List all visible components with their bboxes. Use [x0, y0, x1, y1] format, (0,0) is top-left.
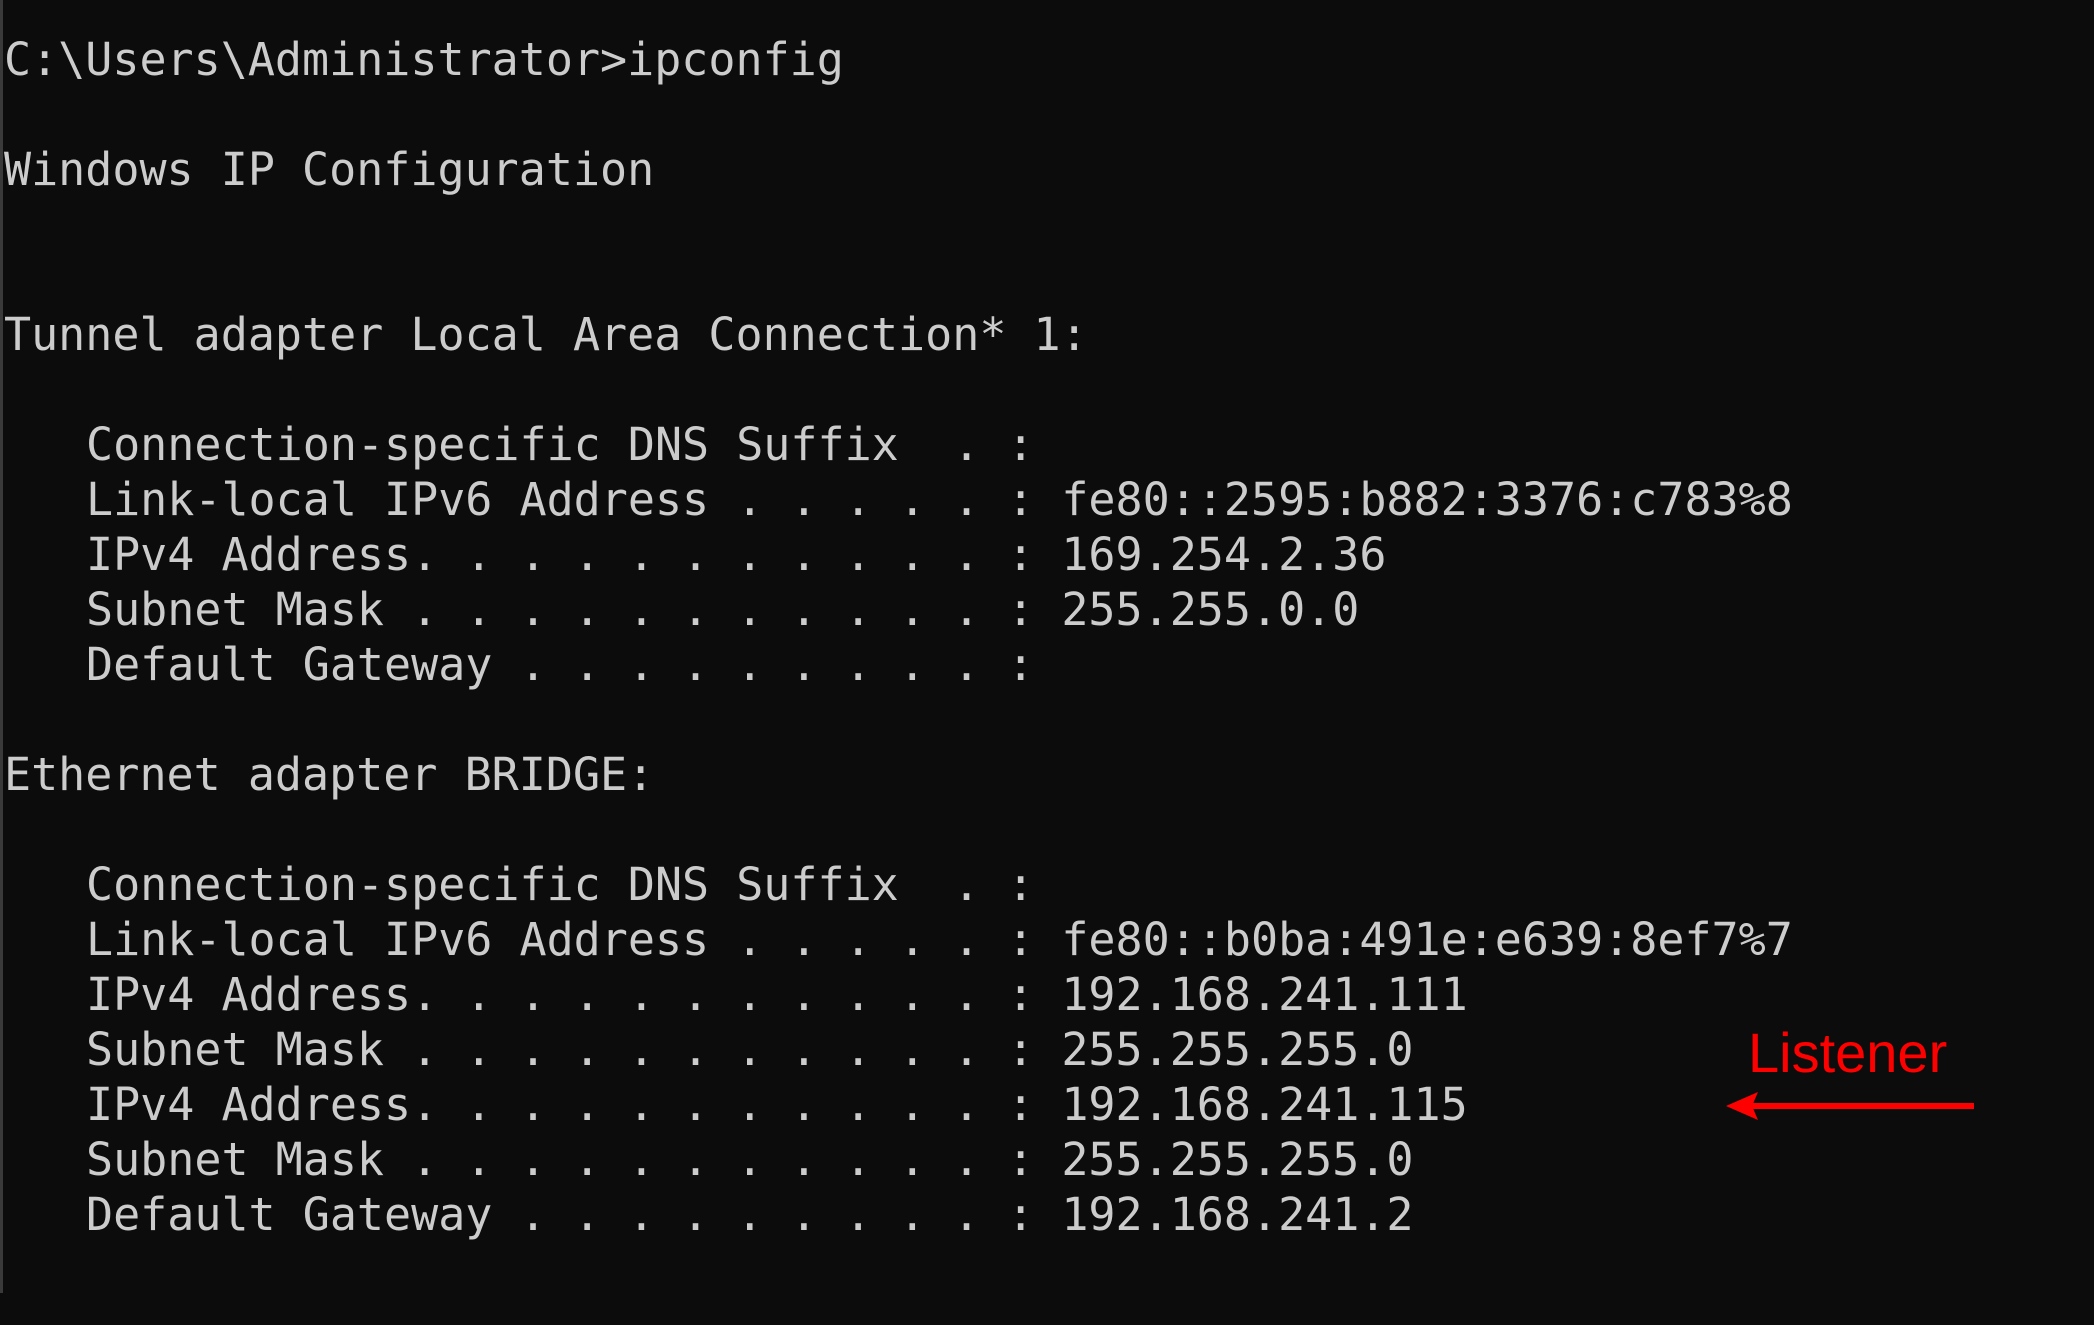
console-left-edge [0, 0, 3, 1293]
row-label: Connection-specific DNS Suffix . : [86, 418, 1035, 471]
config-row: Connection-specific DNS Suffix . : [86, 417, 1061, 473]
row-value: 192.168.241.115 [1061, 1078, 1468, 1131]
config-row: IPv4 Address. . . . . . . . . . . : 192.… [86, 1077, 1468, 1133]
config-header: Windows IP Configuration [4, 143, 655, 196]
config-row: Subnet Mask . . . . . . . . . . . : 255.… [86, 1132, 1414, 1188]
row-label: Subnet Mask . . . . . . . . . . . : [86, 1133, 1035, 1186]
config-row: Link-local IPv6 Address . . . . . : fe80… [86, 912, 1793, 968]
row-label: Subnet Mask . . . . . . . . . . . : [86, 583, 1035, 636]
adapter-heading: Ethernet adapter BRIDGE: [4, 748, 655, 801]
row-label: Default Gateway . . . . . . . . . : [86, 1188, 1035, 1241]
row-value: 169.254.2.36 [1061, 528, 1387, 581]
config-row: Subnet Mask . . . . . . . . . . . : 255.… [86, 582, 1359, 638]
row-value: 255.255.0.0 [1061, 583, 1360, 636]
config-row: IPv4 Address. . . . . . . . . . . : 192.… [86, 967, 1468, 1023]
config-row: Link-local IPv6 Address . . . . . : fe80… [86, 472, 1793, 528]
row-value: 192.168.241.111 [1061, 968, 1468, 1021]
config-row: IPv4 Address. . . . . . . . . . . : 169.… [86, 527, 1386, 583]
row-label: Link-local IPv6 Address . . . . . : [86, 473, 1035, 526]
row-label: Default Gateway . . . . . . . . . : [86, 638, 1035, 691]
listener-annotation-label: Listener [1748, 1021, 1948, 1084]
config-row: Default Gateway . . . . . . . . . : [86, 637, 1061, 693]
row-label: IPv4 Address. . . . . . . . . . . : [86, 968, 1035, 1021]
row-label: Connection-specific DNS Suffix . : [86, 858, 1035, 911]
row-label: IPv4 Address. . . . . . . . . . . : [86, 1078, 1035, 1131]
row-label: IPv4 Address. . . . . . . . . . . : [86, 528, 1035, 581]
prompt-line: C:\Users\Administrator>ipconfig [4, 33, 844, 86]
row-label: Subnet Mask . . . . . . . . . . . : [86, 1023, 1035, 1076]
adapter-heading: Tunnel adapter Local Area Connection* 1: [4, 308, 1088, 361]
row-value: fe80::2595:b882:3376:c783%8 [1061, 473, 1793, 526]
row-label: Link-local IPv6 Address . . . . . : [86, 913, 1035, 966]
row-value: 255.255.255.0 [1061, 1023, 1414, 1076]
config-row: Connection-specific DNS Suffix . : [86, 857, 1061, 913]
left-arrow-icon [1726, 1092, 1974, 1120]
row-value: fe80::b0ba:491e:e639:8ef7%7 [1061, 913, 1793, 966]
config-row: Default Gateway . . . . . . . . . : 192.… [86, 1187, 1414, 1243]
row-value: 192.168.241.2 [1061, 1188, 1414, 1241]
config-row: Subnet Mask . . . . . . . . . . . : 255.… [86, 1022, 1414, 1078]
row-value: 255.255.255.0 [1061, 1133, 1414, 1186]
